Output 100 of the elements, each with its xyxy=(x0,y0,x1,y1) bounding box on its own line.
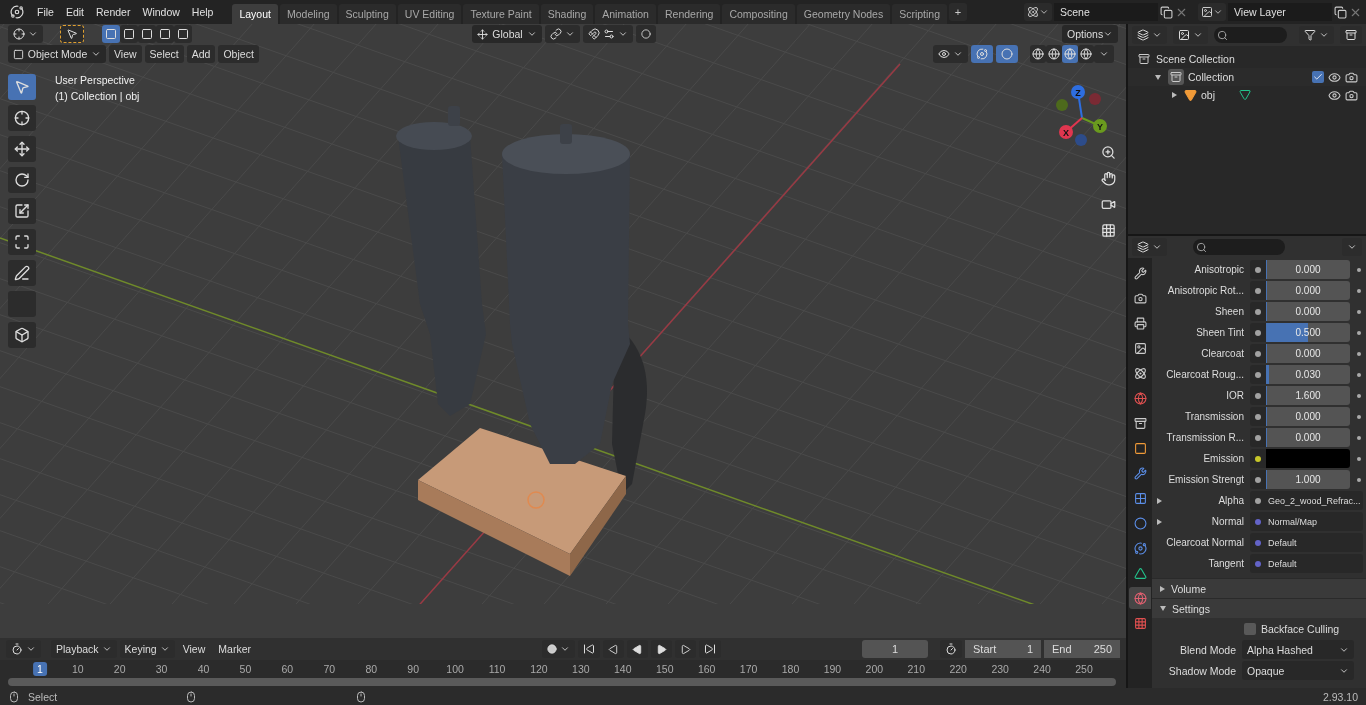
mode-dropdown[interactable]: Opaque xyxy=(1242,661,1354,680)
keyframe-dot-icon[interactable] xyxy=(1357,288,1361,293)
value-slider[interactable]: 1.600 xyxy=(1266,386,1350,405)
keyframe-dot-icon[interactable] xyxy=(1357,267,1361,272)
viewport-menu[interactable]: Object xyxy=(218,45,259,63)
timeline-menu[interactable]: View xyxy=(177,640,211,658)
exclude-checkbox[interactable] xyxy=(1312,71,1324,83)
new-collection-button[interactable] xyxy=(1340,26,1362,44)
keyframe-dot-icon[interactable] xyxy=(1357,456,1361,461)
view-layer-field[interactable]: View Layer xyxy=(1228,3,1332,21)
workspace-tab[interactable]: Sculpting xyxy=(338,3,396,24)
keyframe-dot-icon[interactable] xyxy=(1357,393,1361,398)
editor-type-button[interactable] xyxy=(8,25,43,43)
socket-button[interactable] xyxy=(1250,470,1266,489)
color-swatch[interactable] xyxy=(1266,449,1350,468)
keyframe-dot-icon[interactable] xyxy=(1357,330,1361,335)
keyframe-dot-icon[interactable] xyxy=(1357,309,1361,314)
editor-type-button[interactable] xyxy=(6,640,41,658)
scene-field[interactable]: Scene xyxy=(1054,3,1158,21)
next-keyframe-button[interactable] xyxy=(674,640,696,658)
tool-button[interactable] xyxy=(8,198,36,224)
workspace-tab[interactable]: Geometry Nodes xyxy=(796,3,891,24)
view-layer-selector-button[interactable] xyxy=(1198,3,1226,21)
socket-button[interactable] xyxy=(1250,428,1266,447)
timeline-menu[interactable]: Marker xyxy=(213,640,256,658)
value-slider[interactable]: 0.000 xyxy=(1266,344,1350,363)
viewport-menu[interactable]: View xyxy=(109,45,142,63)
menu-item[interactable]: File xyxy=(32,6,59,18)
workspace-tab[interactable]: UV Editing xyxy=(397,3,462,24)
overlay-toggle-button[interactable] xyxy=(996,45,1018,63)
selection-mode-button[interactable] xyxy=(174,25,192,43)
workspace-tab[interactable]: Animation xyxy=(595,3,656,24)
filter-view-button[interactable] xyxy=(1173,26,1208,44)
jump-end-button[interactable] xyxy=(698,640,721,658)
search-field[interactable] xyxy=(1193,239,1285,255)
stopwatch-button[interactable] xyxy=(940,640,962,658)
app-logo-icon[interactable] xyxy=(10,5,24,19)
tool-button[interactable] xyxy=(8,105,36,131)
keyframe-dot-icon[interactable] xyxy=(1357,351,1361,356)
shading-mode-button[interactable] xyxy=(1046,45,1062,63)
options-dropdown[interactable]: Options xyxy=(1062,25,1118,43)
axis-gizmo-drawing[interactable] xyxy=(1056,85,1107,146)
keyframe-dot-icon[interactable] xyxy=(1357,435,1361,440)
linked-input-field[interactable]: Geo_2_wood_Refrac... xyxy=(1266,491,1363,510)
menu-item[interactable]: Window xyxy=(137,6,185,18)
socket-button[interactable] xyxy=(1250,344,1266,363)
prev-keyframe-button[interactable] xyxy=(602,640,624,658)
expand-toggle-icon[interactable] xyxy=(1155,74,1161,80)
scene-selector-button[interactable] xyxy=(1024,3,1052,21)
mode-dropdown[interactable]: Alpha Hashed xyxy=(1242,640,1354,659)
socket-button[interactable] xyxy=(1250,281,1266,300)
workspace-tab[interactable]: Shading xyxy=(540,3,594,24)
timeline-scrollbar[interactable] xyxy=(8,678,1116,686)
play-button[interactable] xyxy=(650,640,672,658)
value-slider[interactable]: 0.030 xyxy=(1266,365,1350,384)
value-slider[interactable]: 0.500 xyxy=(1266,323,1350,342)
outliner-item[interactable]: Scene Collection xyxy=(1156,53,1235,65)
visibility-eye-icon[interactable] xyxy=(1328,88,1341,102)
keyframe-dot-icon[interactable] xyxy=(1357,477,1361,482)
expand-toggle-icon[interactable] xyxy=(1156,518,1162,525)
timeline-menu[interactable]: Playback xyxy=(51,640,117,658)
tool-button[interactable] xyxy=(8,136,36,162)
editor-type-button[interactable] xyxy=(1132,238,1167,256)
workspace-tab[interactable]: Rendering xyxy=(657,3,721,24)
visibility-eye-icon[interactable] xyxy=(1328,70,1341,84)
linked-input-field[interactable]: Default xyxy=(1266,533,1363,552)
workspace-tab[interactable]: Texture Paint xyxy=(463,3,539,24)
socket-button[interactable] xyxy=(1250,491,1266,510)
pivot-button[interactable] xyxy=(545,25,580,43)
workspace-tab[interactable]: Compositing xyxy=(722,3,795,24)
filter-button[interactable] xyxy=(1299,26,1334,44)
tool-select-button[interactable] xyxy=(60,25,84,43)
display-mode-button[interactable] xyxy=(1132,26,1167,44)
proportional-edit-button[interactable] xyxy=(636,25,656,43)
tool-button[interactable] xyxy=(8,167,36,193)
workspace-tab[interactable]: Modeling xyxy=(279,3,337,24)
outliner-item[interactable]: obj xyxy=(1201,89,1215,101)
value-slider[interactable]: 0.000 xyxy=(1266,407,1350,426)
tool-button[interactable] xyxy=(8,322,36,348)
workspace-tab[interactable]: Scripting xyxy=(892,3,947,24)
record-button[interactable] xyxy=(541,640,575,658)
panel-header[interactable]: Settings xyxy=(1152,598,1366,618)
play-reverse-button[interactable] xyxy=(626,640,648,658)
copy-icon[interactable] xyxy=(1160,5,1173,19)
expand-toggle-icon[interactable] xyxy=(1156,497,1162,504)
add-workspace-button[interactable]: + xyxy=(949,3,967,21)
socket-button[interactable] xyxy=(1250,302,1266,321)
mode-dropdown[interactable]: Object Mode xyxy=(8,45,106,63)
selection-mode-button[interactable] xyxy=(102,25,120,43)
snap-button[interactable] xyxy=(583,25,633,43)
linked-input-field[interactable]: Default xyxy=(1266,554,1363,573)
viewport-menu[interactable]: Select xyxy=(144,45,184,63)
jump-start-button[interactable] xyxy=(577,640,600,658)
end-frame-field[interactable]: End 250 xyxy=(1044,640,1120,658)
backface-culling-checkbox[interactable] xyxy=(1244,622,1256,635)
tool-button[interactable] xyxy=(8,260,36,286)
viewport-menu[interactable]: Add xyxy=(186,45,216,63)
keyframe-dot-icon[interactable] xyxy=(1357,414,1361,419)
current-frame-field[interactable]: 1 xyxy=(862,640,928,658)
socket-button[interactable] xyxy=(1250,365,1266,384)
